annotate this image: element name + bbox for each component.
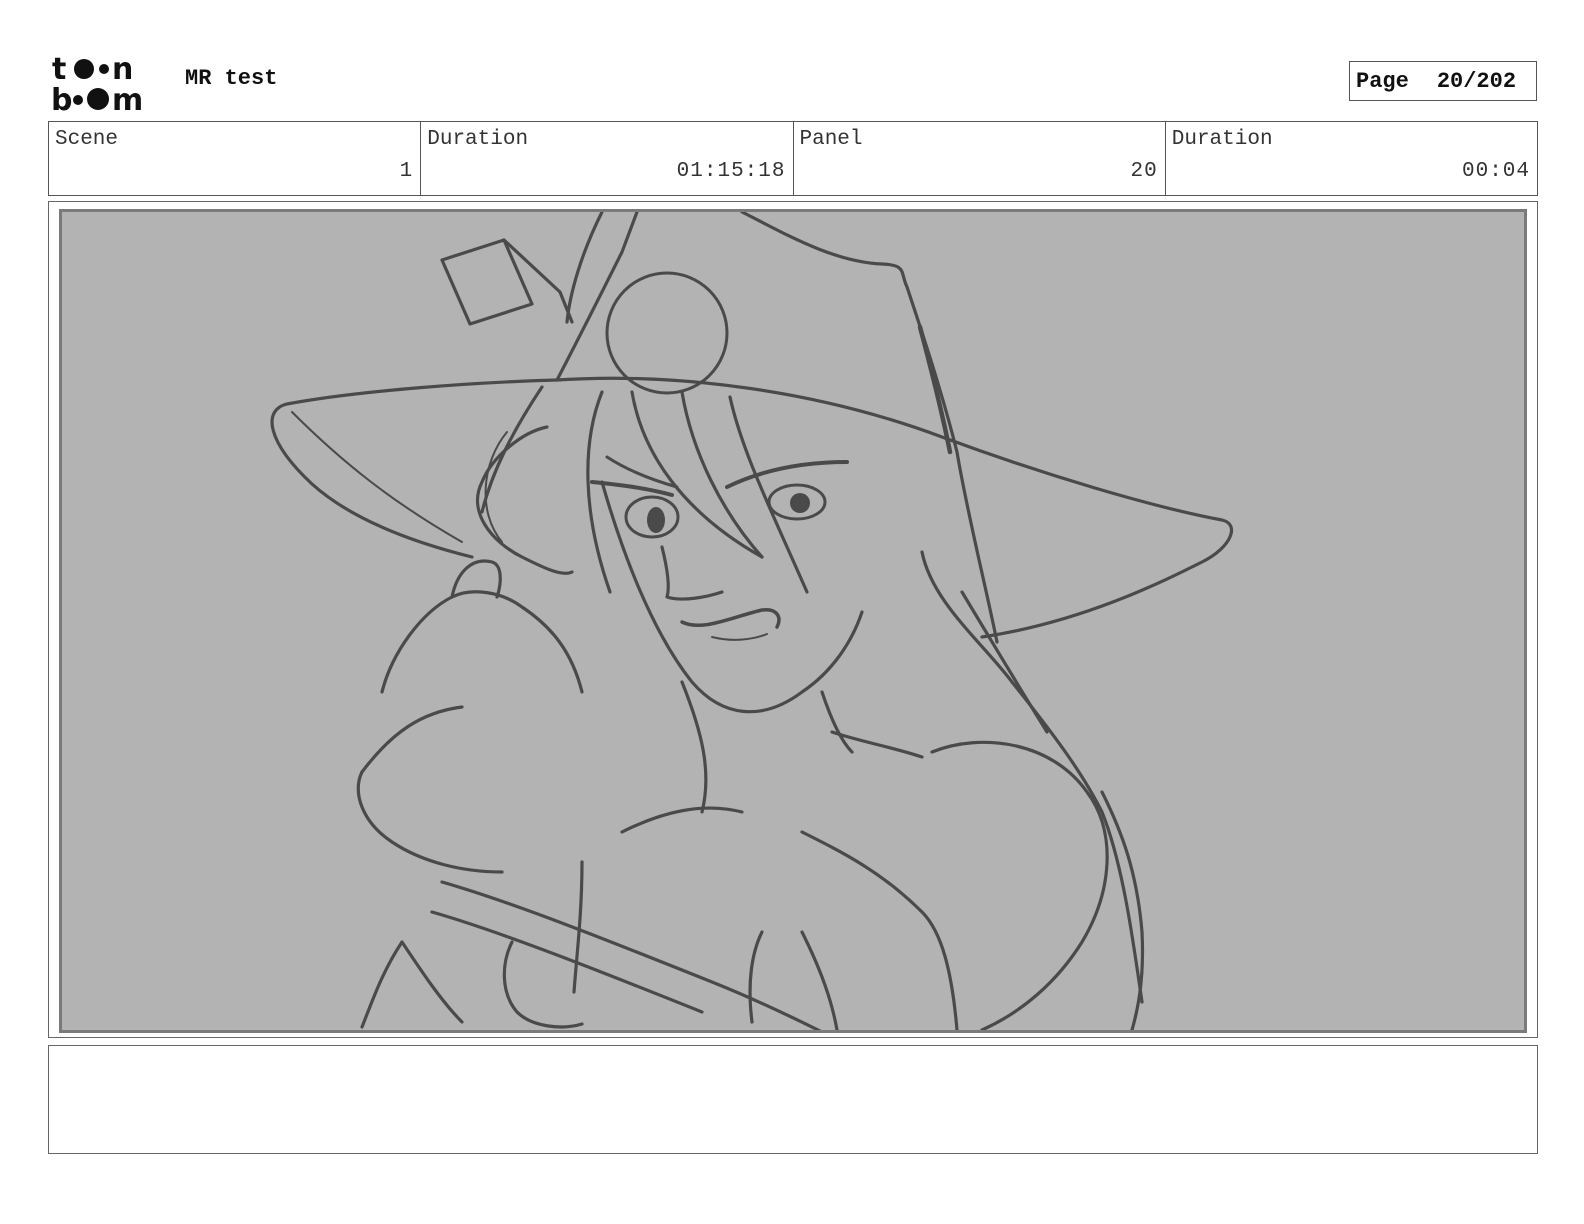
svg-text:t: t	[52, 52, 66, 87]
scene-label: Scene	[55, 128, 119, 151]
page-indicator: Page 20/202	[1349, 61, 1537, 101]
panel-duration-cell: Duration 00:04	[1166, 122, 1537, 195]
nose	[660, 545, 724, 601]
hat-brim	[270, 378, 559, 559]
scene-duration-label: Duration	[427, 128, 529, 151]
scene-duration-value: 01:15:18	[676, 160, 786, 183]
hat-crown	[555, 212, 639, 382]
creature-outline	[380, 590, 584, 694]
svg-text:n: n	[112, 52, 133, 87]
panel-label: Panel	[799, 128, 863, 151]
arm-sleeve	[440, 880, 822, 1030]
scene-cell: Scene 1	[49, 122, 422, 195]
page-label: Page	[1356, 68, 1409, 94]
panel-duration-value: 00:04	[1461, 160, 1530, 183]
project-title: MR test	[185, 66, 278, 91]
shoulder	[930, 740, 1109, 1030]
toon-boom-logo: t n b m	[51, 52, 164, 118]
panel-value: 20	[1130, 160, 1158, 183]
panel-cell: Panel 20	[794, 122, 1166, 195]
page-number: 20/202	[1436, 68, 1517, 94]
scene-value: 1	[399, 160, 414, 183]
right-eyebrow	[725, 460, 849, 489]
svg-text:b: b	[52, 83, 72, 114]
panel-notes-box[interactable]	[48, 1045, 1538, 1154]
panel-sketch-image	[59, 209, 1527, 1033]
panel-duration-label: Duration	[1171, 128, 1273, 151]
mouth	[680, 607, 781, 629]
scene-duration-cell: Duration 01:15:18	[421, 122, 794, 195]
svg-text:m: m	[112, 83, 143, 114]
ear	[475, 425, 574, 575]
panel-info-row: Scene 1 Duration 01:15:18 Panel 20 Durat…	[48, 121, 1538, 196]
